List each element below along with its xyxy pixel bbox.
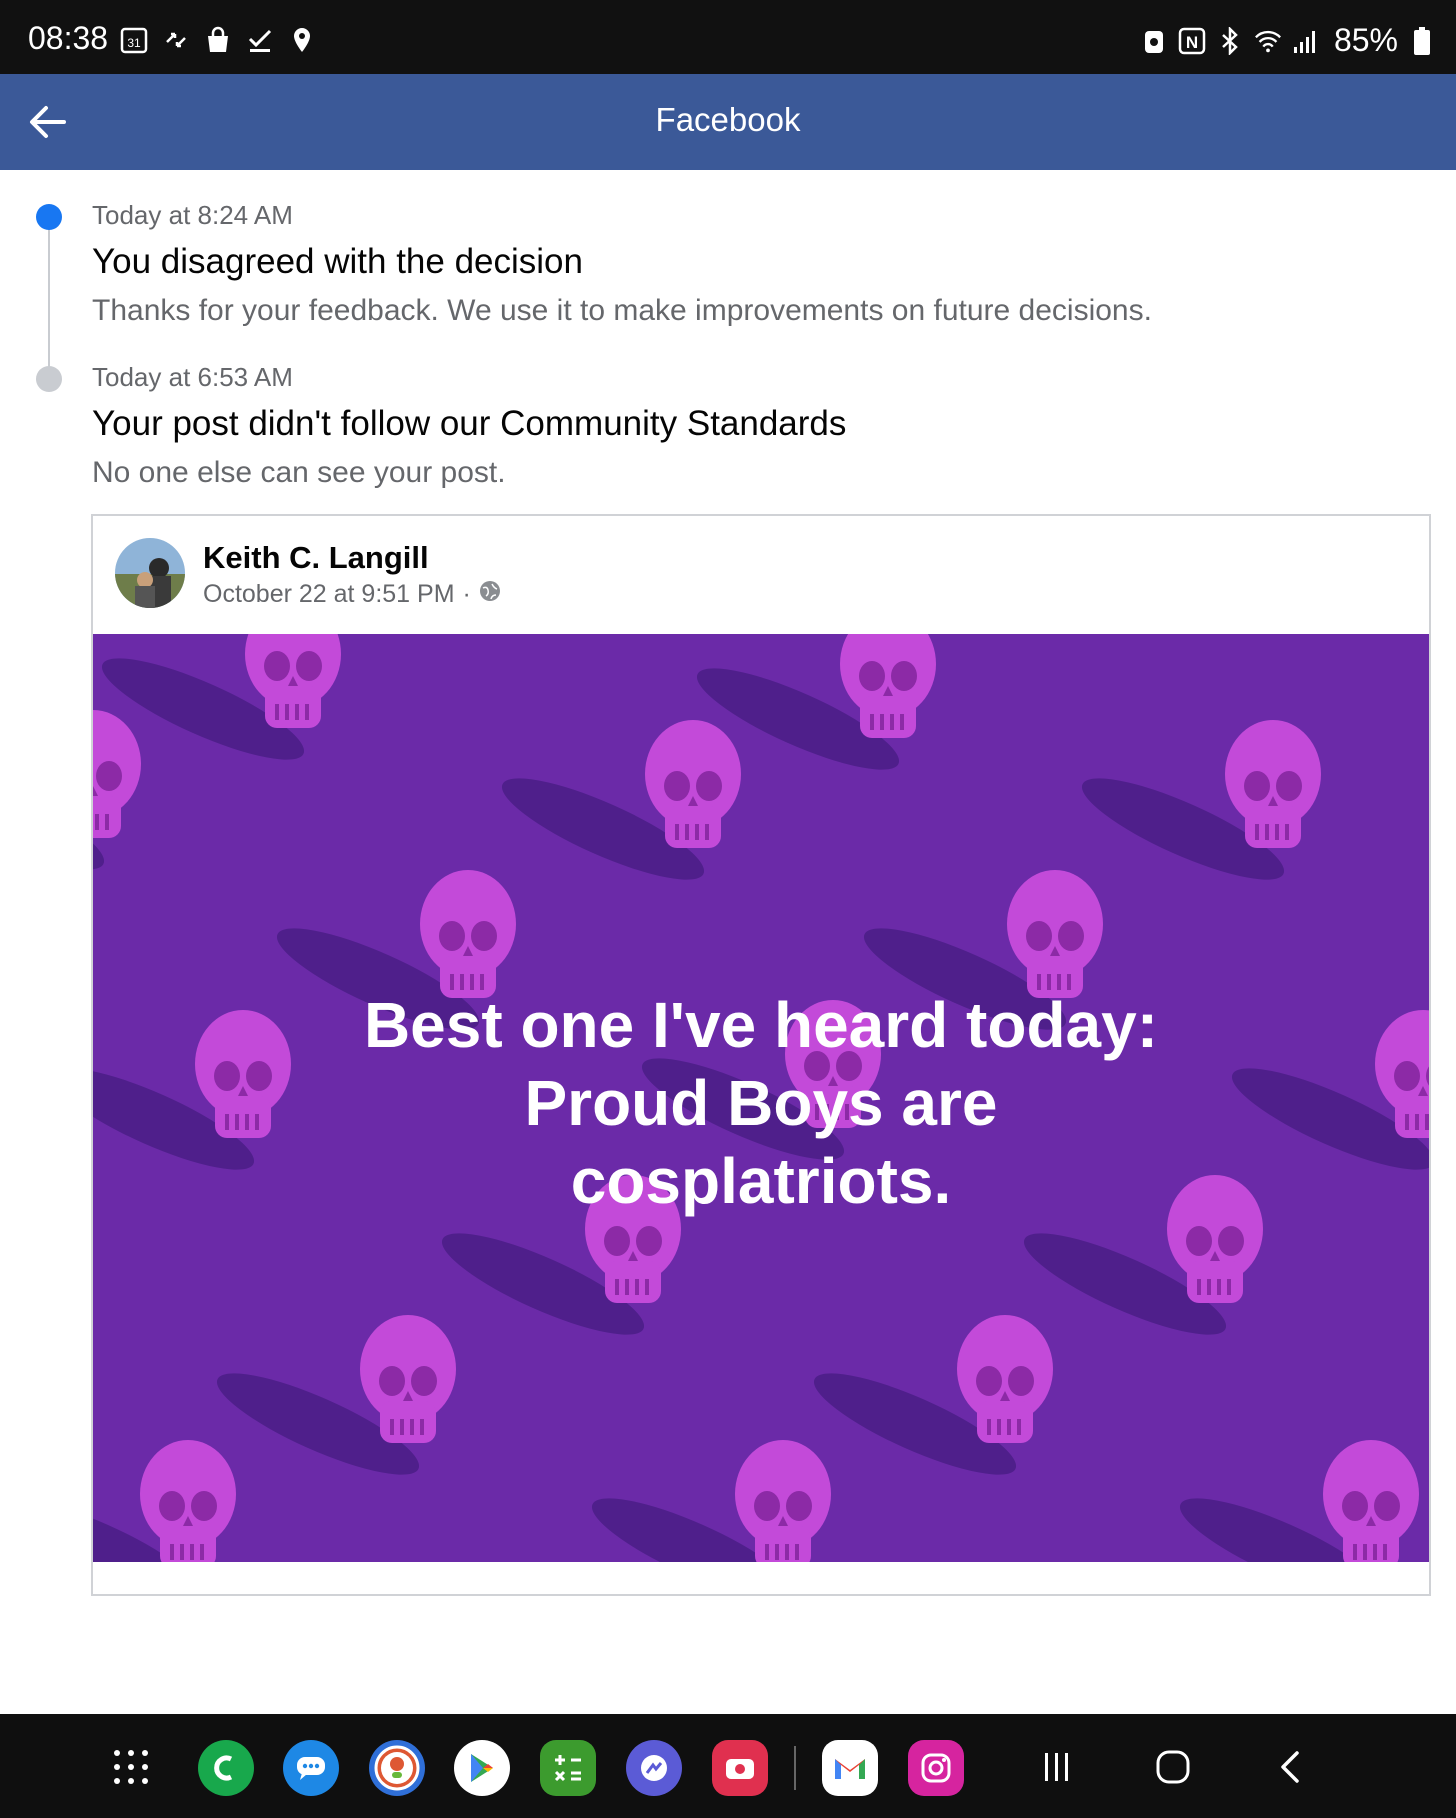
battery-level: 85% bbox=[1333, 22, 1398, 58]
timeline-dot-active bbox=[36, 204, 62, 230]
post-text-line: Best one I've heard today: bbox=[363, 989, 1159, 1061]
sync-icon bbox=[162, 26, 190, 54]
post-image[interactable]: Best one I've heard today: Proud Boys ar… bbox=[93, 634, 1429, 1562]
meta-separator: · bbox=[462, 580, 471, 608]
post-text: Best one I've heard today: Proud Boys ar… bbox=[93, 986, 1429, 1220]
timeline-entry-time: Today at 8:24 AM bbox=[92, 200, 293, 230]
status-bar: 08:38 31 N 85% bbox=[0, 0, 1456, 74]
screen-recorder-app-icon[interactable] bbox=[712, 1740, 768, 1796]
back-nav-icon[interactable] bbox=[1266, 1742, 1316, 1792]
app-bar: Facebook bbox=[0, 74, 1456, 170]
instagram-app-icon[interactable] bbox=[908, 1740, 964, 1796]
messages-app-icon[interactable] bbox=[283, 1740, 339, 1796]
page-title: Facebook bbox=[655, 101, 801, 138]
globe-icon bbox=[479, 580, 501, 609]
wifi-icon bbox=[1254, 27, 1282, 55]
calendar-icon: 31 bbox=[120, 26, 148, 54]
avatar[interactable] bbox=[115, 538, 185, 608]
messenger-app-icon[interactable] bbox=[626, 1740, 682, 1796]
battery-icon bbox=[1408, 26, 1436, 55]
dock-divider bbox=[794, 1746, 796, 1790]
post-meta: October 22 at 9:51 PM · bbox=[203, 580, 501, 609]
timeline-line bbox=[48, 218, 50, 378]
post-date[interactable]: October 22 at 9:51 PM bbox=[203, 580, 455, 609]
post-text-line: Proud Boys are bbox=[524, 1067, 998, 1139]
task-check-icon bbox=[246, 26, 274, 54]
post-text-line: cosplatriots. bbox=[570, 1145, 952, 1217]
post-card[interactable]: Keith C. Langill October 22 at 9:51 PM · bbox=[91, 514, 1431, 1596]
calculator-app-icon[interactable] bbox=[540, 1740, 596, 1796]
timeline-entry-time: Today at 6:53 AM bbox=[92, 362, 293, 392]
nfc-icon: N bbox=[1178, 27, 1206, 55]
phone-app-icon[interactable] bbox=[198, 1740, 254, 1796]
location-icon bbox=[288, 26, 316, 54]
timeline-entry-title: Your post didn't follow our Community St… bbox=[92, 404, 847, 443]
calendar-day: 31 bbox=[127, 36, 141, 50]
timeline-entry-description: Thanks for your feedback. We use it to m… bbox=[92, 294, 1152, 327]
post-author[interactable]: Keith C. Langill bbox=[203, 540, 429, 576]
timeline-entry-description: No one else can see your post. bbox=[92, 456, 506, 489]
device-icon bbox=[1140, 27, 1168, 55]
signal-icon bbox=[1292, 27, 1320, 55]
svg-text:N: N bbox=[1186, 33, 1198, 52]
play-store-app-icon[interactable] bbox=[454, 1740, 510, 1796]
bluetooth-icon bbox=[1216, 26, 1244, 55]
apps-grid-icon[interactable] bbox=[106, 1742, 156, 1792]
status-time: 08:38 bbox=[28, 20, 109, 56]
home-icon[interactable] bbox=[1148, 1742, 1198, 1792]
recent-apps-icon[interactable] bbox=[1032, 1742, 1082, 1792]
shopping-bag-icon bbox=[204, 26, 232, 54]
gmail-app-icon[interactable] bbox=[822, 1740, 878, 1796]
duckduckgo-app-icon[interactable] bbox=[369, 1740, 425, 1796]
timeline-entry-title: You disagreed with the decision bbox=[92, 242, 583, 281]
timeline-dot-inactive bbox=[36, 366, 62, 392]
